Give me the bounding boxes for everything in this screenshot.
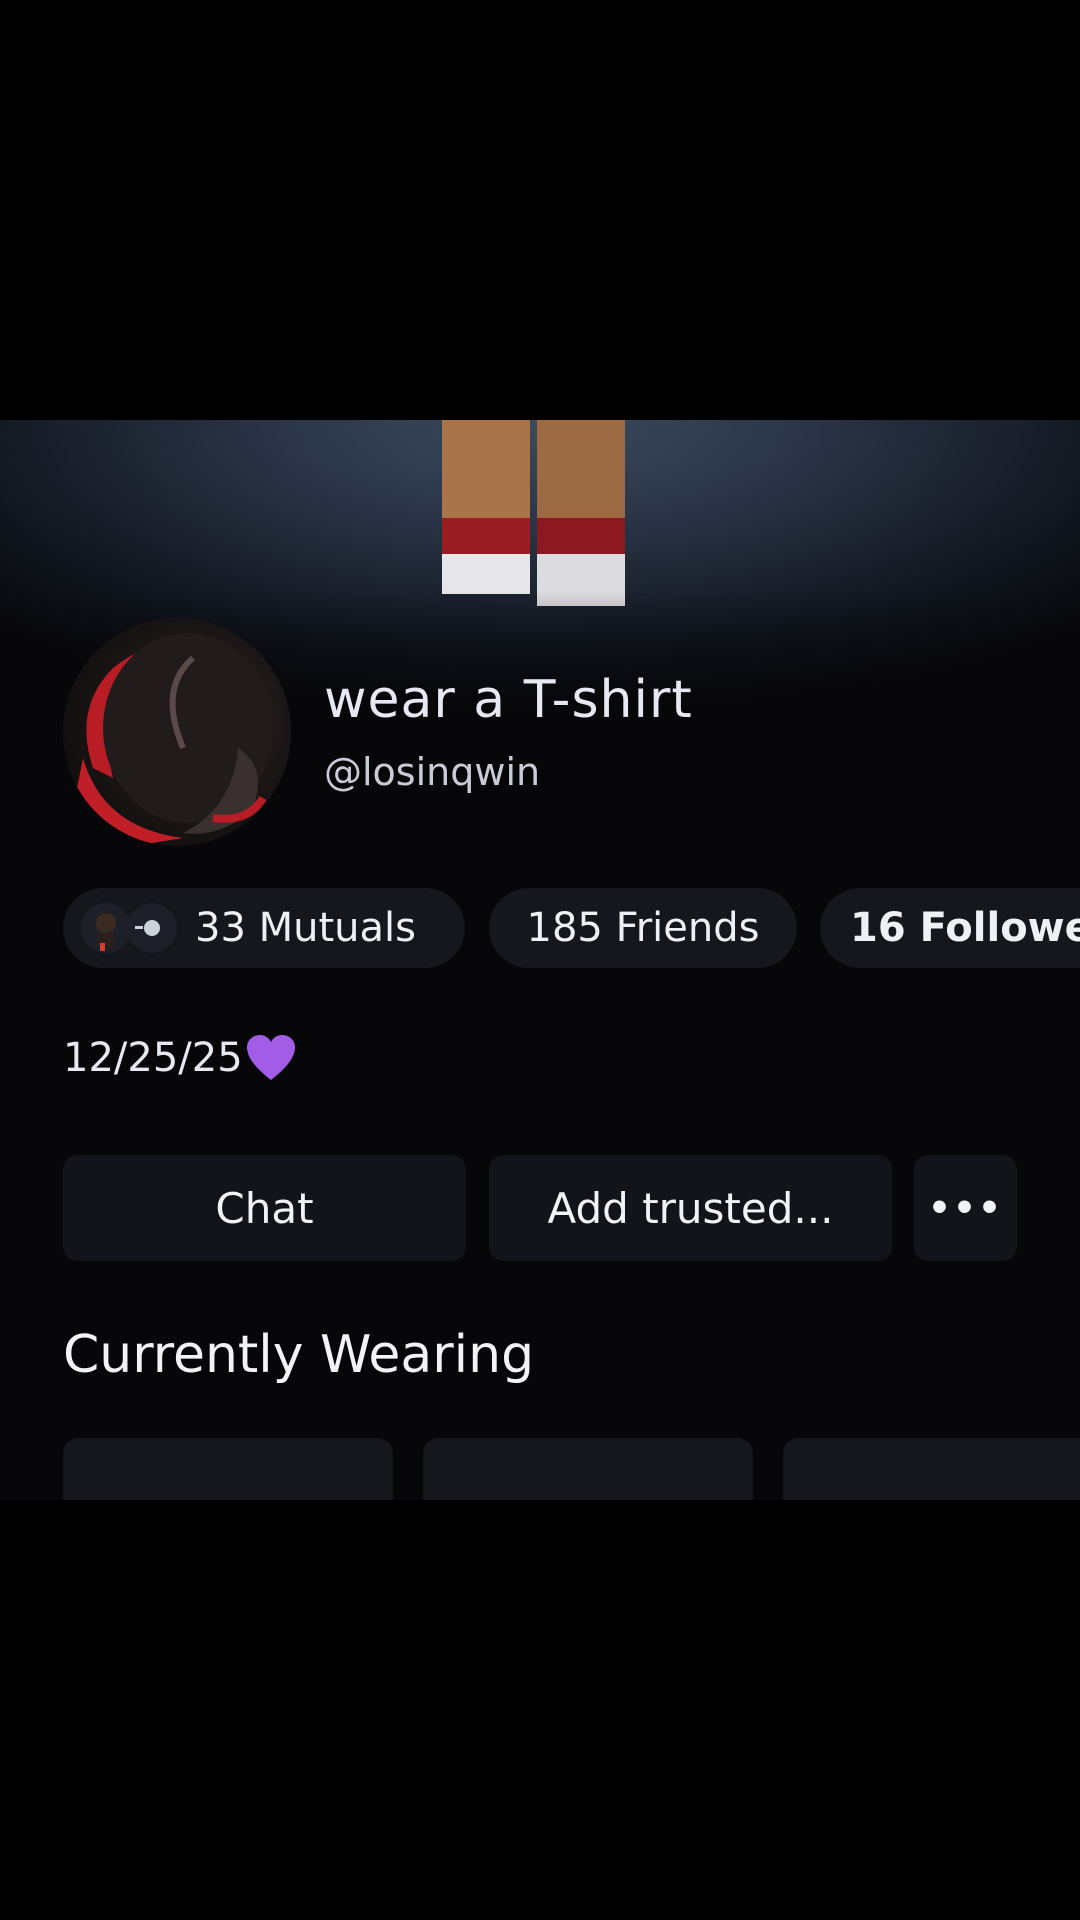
wearing-item-card[interactable]: [783, 1438, 1080, 1500]
phone-frame: wear a T-shirt @losinqwin 33 Mutuals 185…: [0, 0, 1080, 1920]
followers-pill[interactable]: 16 Followers: [820, 888, 1080, 968]
more-icon: •••: [927, 1187, 1004, 1229]
purple-heart-icon: [246, 1035, 295, 1080]
mutual-avatar-icon: [127, 903, 177, 953]
mutuals-pill[interactable]: 33 Mutuals: [63, 888, 465, 968]
profile-bio: 12/25/25: [63, 1034, 297, 1082]
wearing-item-card[interactable]: [423, 1438, 753, 1500]
wearing-item-card[interactable]: [63, 1438, 393, 1500]
display-name: wear a T-shirt: [324, 670, 693, 730]
friends-pill[interactable]: 185 Friends: [489, 888, 797, 968]
chat-button-label: Chat: [215, 1183, 314, 1233]
friends-count: 185 Friends: [526, 905, 760, 951]
mutual-avatar-icon: [81, 903, 131, 953]
add-trusted-button-label: Add trusted...: [547, 1183, 834, 1233]
profile-screen: wear a T-shirt @losinqwin 33 Mutuals 185…: [0, 420, 1080, 1500]
currently-wearing-heading: Currently Wearing: [63, 1325, 535, 1385]
username: @losinqwin: [324, 750, 541, 794]
add-trusted-button[interactable]: Add trusted...: [489, 1155, 892, 1261]
profile-avatar[interactable]: [63, 618, 291, 846]
more-options-button[interactable]: •••: [914, 1155, 1017, 1261]
followers-count: 16 Followers: [850, 905, 1080, 951]
avatar-head-icon: [73, 633, 273, 846]
avatar-legs-illustration: [442, 420, 625, 606]
bio-text: 12/25/25: [63, 1035, 243, 1081]
mutuals-count: 33 Mutuals: [195, 905, 416, 951]
chat-button[interactable]: Chat: [63, 1155, 466, 1261]
